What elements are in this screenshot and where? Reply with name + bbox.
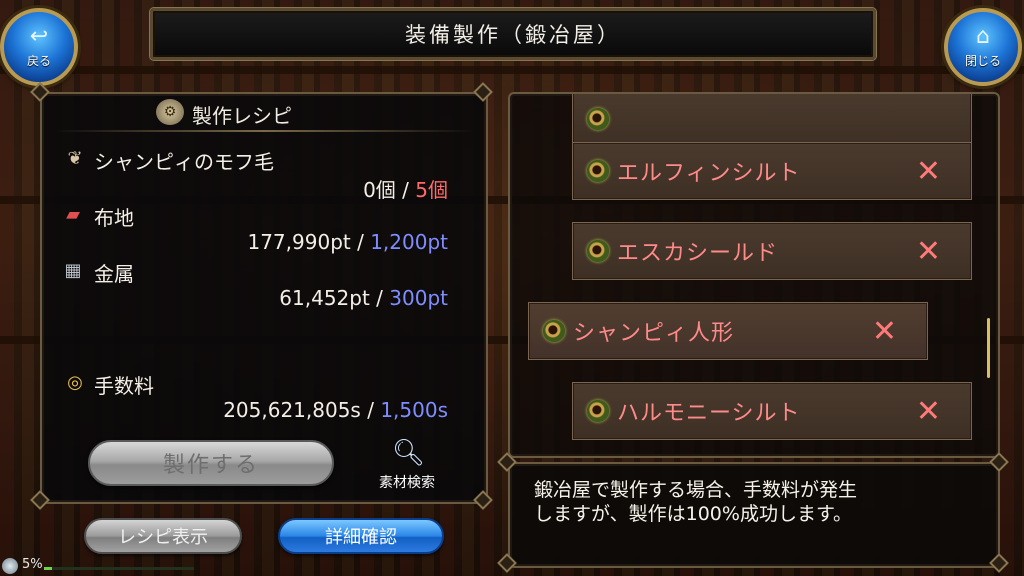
unavailable-x-icon: ✕ [915, 233, 941, 269]
list-item[interactable]: ハルモニーシルト ✕ [572, 382, 972, 440]
title-divider [52, 130, 476, 132]
back-button-label: 戻る [26, 53, 51, 68]
progress-orb-icon [2, 558, 18, 574]
qty-separator: / [357, 230, 364, 254]
back-arrow-icon: ↩ [29, 23, 49, 49]
list-item-label: ハルモニーシルト [617, 401, 801, 426]
back-button[interactable]: ↩ 戻る [0, 8, 78, 86]
qty-separator: / [402, 178, 409, 202]
unavailable-x-icon: ✕ [915, 153, 941, 189]
recipe-view-button[interactable]: レシピ表示 [84, 518, 242, 554]
progress-percent: 5% [22, 557, 43, 572]
material-name: 布地 [94, 206, 134, 230]
material-name: 金属 [94, 262, 134, 286]
material-name: シャンピィのモフ毛 [94, 150, 274, 174]
progress-fill [44, 567, 52, 570]
material-have: 0個 [363, 178, 396, 202]
cloth-icon: ▰ [66, 204, 80, 225]
coin-icon: ◎ [67, 372, 83, 393]
gem-icon [587, 400, 609, 422]
material-quantity: 0個 / 5個 [363, 174, 448, 203]
material-quantity: 177,990pt / 1,200pt [247, 230, 448, 254]
list-item-label: シャンピィ人形 [573, 321, 735, 346]
fee-have: 205,621,805s [223, 398, 361, 422]
gem-icon [587, 160, 609, 182]
gem-icon [543, 320, 565, 342]
list-item-label: エルフィンシルト [617, 161, 801, 186]
unavailable-x-icon: ✕ [871, 313, 897, 349]
magnifier-icon: 🔍︎ [392, 438, 426, 468]
material-quantity: 61,452pt / 300pt [279, 286, 448, 310]
header-bar: 装備製作（鍛冶屋） [150, 8, 876, 60]
list-item-partial[interactable] [572, 94, 972, 148]
progress-indicator: 5% [0, 556, 200, 576]
list-scrollbar[interactable] [987, 318, 990, 378]
material-have: 177,990pt [247, 230, 351, 254]
equipment-list-panel[interactable]: エルフィンシルト ✕ エスカシールド ✕ シャンピィ人形 ✕ ハルモニーシルト … [508, 92, 1000, 458]
fee-quantity: 205,621,805s / 1,500s [223, 398, 448, 422]
recipe-title: 製作レシピ [192, 104, 292, 128]
metal-icon: ▦ [64, 260, 82, 281]
make-button[interactable]: 製作する [88, 440, 334, 486]
list-item-label: エスカシールド [617, 241, 779, 266]
material-search-button[interactable]: 🔍︎ 素材検索 [366, 438, 448, 498]
fee-need: 1,500s [380, 398, 448, 422]
progress-track [44, 567, 194, 570]
message-line: 鍛冶屋で製作する場合、手数料が発生 [534, 479, 858, 501]
detail-confirm-button[interactable]: 詳細確認 [278, 518, 444, 554]
list-item[interactable]: エルフィンシルト ✕ [572, 142, 972, 200]
gem-icon [587, 108, 609, 130]
material-have: 61,452pt [279, 286, 370, 310]
list-item[interactable]: エスカシールド ✕ [572, 222, 972, 280]
material-search-label: 素材検索 [379, 475, 435, 491]
qty-separator: / [367, 398, 374, 422]
shelf-band [0, 66, 1024, 74]
info-message-box: 鍛冶屋で製作する場合、手数料が発生 しますが、製作は100%成功します。 [508, 462, 1000, 568]
recipe-scroll-icon: ⚙ [156, 99, 184, 125]
qty-separator: / [376, 286, 383, 310]
message-line: しますが、製作は100%成功します。 [534, 503, 853, 525]
gem-icon [587, 240, 609, 262]
close-button-label: 閉じる [964, 53, 1001, 68]
unavailable-x-icon: ✕ [915, 393, 941, 429]
close-button[interactable]: ⌂ 閉じる [944, 8, 1022, 86]
home-icon: ⌂ [976, 23, 990, 49]
list-item-selected[interactable]: シャンピィ人形 ✕ [528, 302, 928, 360]
material-need: 1,200pt [370, 230, 448, 254]
page-title: 装備製作（鍛冶屋） [405, 23, 621, 47]
fee-name: 手数料 [94, 374, 154, 398]
material-need: 5個 [415, 178, 448, 202]
fur-icon: ❦ [67, 148, 83, 169]
material-need: 300pt [389, 286, 448, 310]
